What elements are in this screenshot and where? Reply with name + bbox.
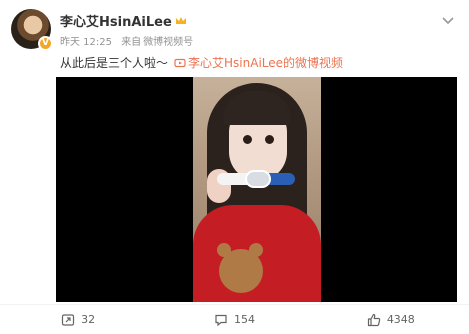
weibo-post: V 李心艾HsinAiLee 昨天 12:25 来自 微博视频号 从此后是三个人啦… xyxy=(0,0,469,334)
thumbs-up-icon xyxy=(367,313,381,326)
video-player[interactable] xyxy=(56,77,457,302)
like-button[interactable]: 4348 xyxy=(313,313,469,327)
video-link-label: 李心艾HsinAiLee的微博视频 xyxy=(188,56,344,70)
avatar[interactable]: V xyxy=(11,9,53,51)
repost-icon xyxy=(62,313,75,326)
author-name[interactable]: 李心艾HsinAiLee xyxy=(60,11,172,30)
repost-count: 32 xyxy=(81,313,96,326)
comment-icon xyxy=(215,314,227,326)
source-prefix: 来自 xyxy=(121,37,142,48)
video-link-icon xyxy=(174,58,186,67)
comment-button[interactable]: 154 xyxy=(156,313,312,327)
action-bar: 32 154 4348 xyxy=(0,304,469,334)
post-text-row: 从此后是三个人啦～ 李心艾HsinAiLee的微博视频 xyxy=(60,54,343,71)
post-meta: 昨天 12:25 来自 微博视频号 xyxy=(60,33,199,48)
video-frame xyxy=(193,77,321,302)
like-count: 4348 xyxy=(386,313,415,326)
post-text: 从此后是三个人啦～ xyxy=(60,56,169,70)
video-link[interactable]: 李心艾HsinAiLee的微博视频 xyxy=(174,54,343,71)
verified-badge: V xyxy=(38,36,53,51)
comment-count: 154 xyxy=(233,313,255,326)
post-source[interactable]: 微博视频号 xyxy=(143,37,193,48)
crown-icon xyxy=(175,16,186,24)
chevron-down-icon[interactable] xyxy=(441,15,455,25)
author-name-row: 李心艾HsinAiLee xyxy=(60,11,187,30)
post-time[interactable]: 昨天 12:25 xyxy=(60,37,112,48)
repost-button[interactable]: 32 xyxy=(0,313,156,327)
